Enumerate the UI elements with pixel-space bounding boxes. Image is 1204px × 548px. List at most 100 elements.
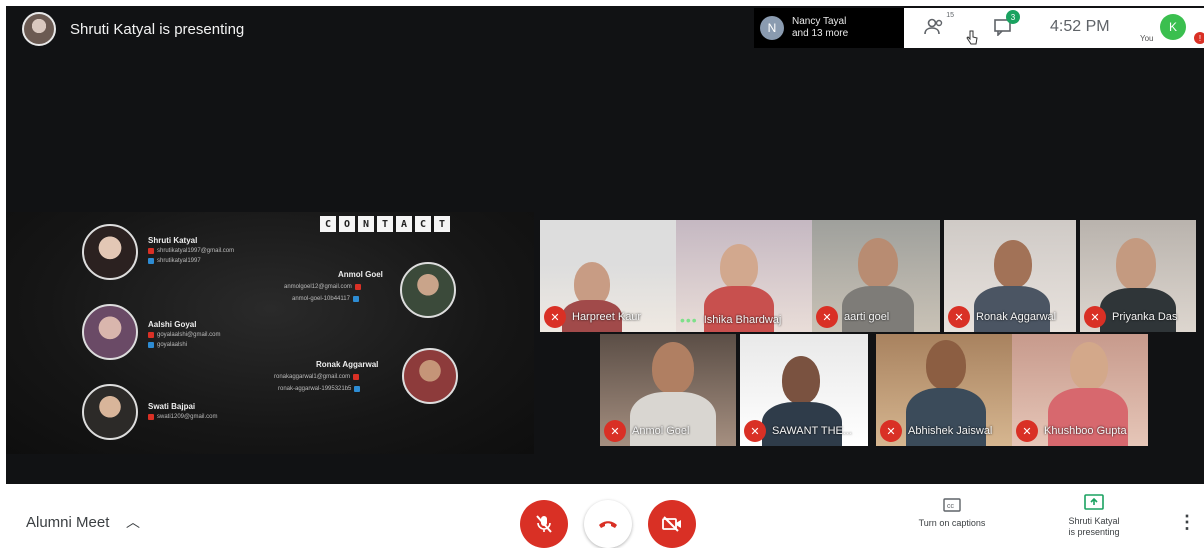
mic-toggle-button[interactable] xyxy=(520,500,568,548)
camera-toggle-button[interactable] xyxy=(648,500,696,548)
svg-text:cc: cc xyxy=(947,503,955,510)
contact-handle: ronak-aggarwal-1995321b5 xyxy=(278,386,361,392)
people-icon[interactable]: 15 xyxy=(922,12,954,40)
chip-line-2: and 13 more xyxy=(792,28,849,39)
face xyxy=(782,356,820,404)
top-controls: 15 3 4:52 PM You K ! xyxy=(904,8,1204,48)
email-text: swati1209@gmail.com xyxy=(157,414,218,420)
contact-name: Swati Bajpai xyxy=(148,402,196,411)
mic-off-icon: ✕ xyxy=(948,306,970,328)
participants-chip[interactable]: N Nancy Tayal and 13 more xyxy=(754,8,904,48)
participant-tile[interactable]: ✕ Anmol Goel xyxy=(600,334,736,446)
linkedin-icon xyxy=(148,258,154,264)
contact-handle: anmol-goel-10b44117 xyxy=(292,296,359,302)
tile-label: ✕ aarti goel xyxy=(816,306,889,328)
meeting-name[interactable]: Alumni Meet xyxy=(26,514,109,531)
face xyxy=(858,238,898,288)
email-text: goyalaalshi@gmail.com xyxy=(157,332,221,338)
participant-name: Anmol Goel xyxy=(632,425,690,437)
chip-text: Nancy Tayal and 13 more xyxy=(792,16,848,40)
self-avatar[interactable]: K xyxy=(1160,14,1186,40)
contact-photo xyxy=(82,224,138,280)
camera-off-icon xyxy=(662,516,681,532)
title-letter: A xyxy=(396,216,412,232)
title-letter: O xyxy=(339,216,355,232)
contact-name: Shruti Katyal xyxy=(148,236,198,245)
handle-text: ronak-aggarwal-1995321b5 xyxy=(278,386,352,392)
participant-tile[interactable]: ✕ aarti goel xyxy=(812,220,940,332)
chat-badge: 3 xyxy=(1006,10,1020,24)
tile-label: ✕ Abhishek Jaiswal xyxy=(880,420,992,442)
clock: 4:52 PM xyxy=(1050,18,1110,35)
participant-tile[interactable]: ✕ Abhishek Jaiswal xyxy=(876,334,1012,446)
contact-name: Aalshi Goyal xyxy=(148,320,197,329)
tile-label: ✕ SAWANT THE... xyxy=(744,420,852,442)
face xyxy=(994,240,1032,288)
mail-icon xyxy=(353,374,360,380)
chat-icon[interactable]: 3 xyxy=(990,10,1020,40)
title-letter: T xyxy=(434,216,450,232)
handle-text: goyalaalshi xyxy=(157,342,188,348)
mail-icon xyxy=(148,248,154,254)
presentation-slide: C O N T A C T Shruti Katyal shrutikatyal… xyxy=(6,212,534,454)
mail-icon xyxy=(148,414,154,420)
mic-off-icon: ✕ xyxy=(604,420,626,442)
mic-off-icon: ✕ xyxy=(1016,420,1038,442)
participant-name: Priyanka Das xyxy=(1112,311,1178,323)
contact-handle: shrutikatyal1997 xyxy=(148,258,201,264)
participant-name: aarti goel xyxy=(844,311,890,323)
captions-button[interactable]: cc Turn on captions xyxy=(902,498,1002,529)
cursor-hand-icon xyxy=(966,30,978,51)
face xyxy=(1070,342,1108,390)
slide-title: C O N T A C T xyxy=(320,216,450,232)
participant-tile[interactable]: ✕ Ronak Aggarwal xyxy=(944,220,1076,332)
tile-label: ✕ Priyanka Das xyxy=(1084,306,1177,328)
handle-text: anmol-goel-10b44117 xyxy=(292,296,350,302)
participant-tile[interactable]: ••• Ishika Bhardwaj xyxy=(676,220,812,332)
participant-tile[interactable]: ✕ Khushboo Gupta xyxy=(1012,334,1148,446)
email-text: anmolgoel12@gmail.com xyxy=(284,284,352,290)
hang-up-icon xyxy=(599,521,617,528)
contact-email: goyalaalshi@gmail.com xyxy=(148,332,220,338)
contact-email: ronakaggarwal1@gmail.com xyxy=(274,374,360,380)
participant-tile[interactable]: ✕ SAWANT THE... xyxy=(740,334,868,446)
face xyxy=(652,342,694,394)
audio-level-icon: ••• xyxy=(680,312,698,328)
participant-name: Khushboo Gupta xyxy=(1044,425,1127,437)
participant-name: SAWANT THE... xyxy=(772,425,853,437)
you-label: You xyxy=(1140,34,1154,43)
face xyxy=(1116,238,1156,290)
chip-line-1: Nancy Tayal xyxy=(792,16,847,27)
title-letter: N xyxy=(358,216,374,232)
email-text: shrutikatyal1997@gmail.com xyxy=(157,248,235,254)
meet-window: Shruti Katyal is presenting N Nancy Taya… xyxy=(0,0,1204,488)
present-label-2: is presenting xyxy=(1068,527,1120,537)
participant-tile[interactable]: ✕ Priyanka Das xyxy=(1080,220,1196,332)
participant-tile[interactable]: ✕ Harpreet Kaur xyxy=(540,220,676,332)
bottom-bar: Alumni Meet ︿ cc Turn on captions Shruti… xyxy=(0,488,1204,548)
mic-off-icon: ✕ xyxy=(544,306,566,328)
contact-email: shrutikatyal1997@gmail.com xyxy=(148,248,234,254)
participant-name: Abhishek Jaiswal xyxy=(908,425,993,437)
captions-label: Turn on captions xyxy=(918,518,986,528)
mic-off-icon: ✕ xyxy=(880,420,902,442)
participant-name: Ronak Aggarwal xyxy=(976,311,1057,323)
leave-call-button[interactable] xyxy=(584,500,632,548)
present-icon xyxy=(1084,494,1104,510)
tile-label: ✕ Ronak Aggarwal xyxy=(948,306,1056,328)
mail-icon xyxy=(354,284,361,290)
mail-icon xyxy=(148,332,154,338)
contact-name: Ronak Aggarwal xyxy=(316,360,379,369)
more-options-icon[interactable]: ⋮ xyxy=(1178,512,1196,533)
linkedin-icon xyxy=(354,386,361,392)
alert-dot: ! xyxy=(1194,32,1204,44)
participants-count: 15 xyxy=(946,12,954,19)
chip-avatar: N xyxy=(760,16,784,40)
face xyxy=(720,244,758,290)
present-now-button[interactable]: Shruti Katyal is presenting xyxy=(1044,494,1144,538)
presenter-text: Shruti Katyal is presenting xyxy=(70,20,245,38)
tile-label: ••• Ishika Bhardwaj xyxy=(680,312,781,328)
contact-photo xyxy=(402,348,458,404)
mic-off-icon xyxy=(536,515,552,533)
chevron-up-icon[interactable]: ︿ xyxy=(126,512,140,532)
